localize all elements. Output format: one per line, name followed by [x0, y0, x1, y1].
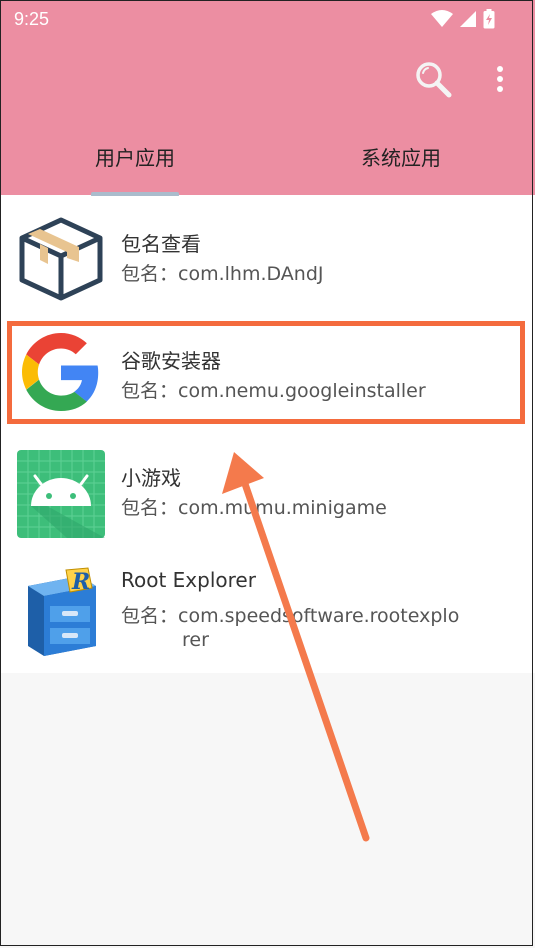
- android-icon: [17, 450, 105, 538]
- app-package: 包名：com.lhm.DAndJ: [121, 262, 471, 286]
- status-time: 9:25: [14, 9, 50, 29]
- tab-user-apps[interactable]: 用户应用: [60, 140, 210, 180]
- list-item[interactable]: 小游戏 包名：com.mumu.minigame: [0, 442, 535, 560]
- tab-user-apps-label: 用户应用: [95, 146, 175, 170]
- search-icon: [416, 62, 452, 98]
- package-box-icon: [16, 214, 106, 304]
- package-name-line1: com.speedsoftware.rootexplo: [178, 605, 460, 627]
- wifi-icon: [431, 10, 453, 27]
- tab-system-apps-label: 系统应用: [361, 146, 441, 170]
- app-name: Root Explorer: [121, 568, 256, 592]
- package-name: com.mumu.minigame: [178, 497, 387, 519]
- list-item[interactable]: R Root Explorer 包名：com.speedsoftware.roo…: [0, 558, 535, 673]
- package-label: 包名：: [121, 263, 179, 285]
- app-name: 包名查看: [121, 232, 201, 256]
- package-label: 包名：: [121, 497, 179, 519]
- battery-icon: [483, 9, 495, 29]
- file-cabinet-icon: R: [22, 566, 102, 656]
- app-bar: 9:25 用户应用 系统应用: [0, 0, 535, 197]
- app-list: 包名查看 包名：com.lhm.DAndJ 谷歌安装器 包名：com.nemu.…: [0, 196, 535, 673]
- status-icons: [431, 9, 495, 29]
- svg-text:R: R: [71, 569, 90, 595]
- package-label: 包名：: [121, 605, 179, 627]
- signal-icon: [460, 11, 476, 27]
- tab-system-apps[interactable]: 系统应用: [326, 140, 476, 180]
- empty-area: [0, 673, 535, 948]
- app-name: 小游戏: [121, 466, 181, 490]
- more-vert-icon: [497, 66, 503, 92]
- package-name: com.lhm.DAndJ: [178, 263, 324, 285]
- search-button[interactable]: [414, 60, 452, 98]
- more-options-button[interactable]: [492, 64, 508, 96]
- highlight-box: [7, 321, 525, 424]
- package-name-line2: rer: [182, 629, 209, 651]
- app-package: 包名：com.speedsoftware.rootexplo rer: [121, 604, 471, 652]
- list-item[interactable]: 包名查看 包名：com.lhm.DAndJ: [0, 196, 535, 314]
- app-package: 包名：com.mumu.minigame: [121, 496, 471, 520]
